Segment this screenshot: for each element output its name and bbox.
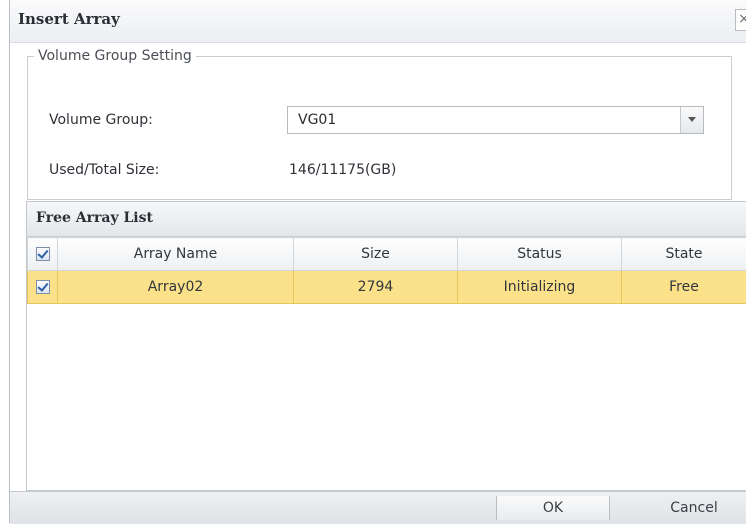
dialog-title: Insert Array: [18, 10, 120, 28]
volume-group-select[interactable]: VG01: [287, 106, 704, 134]
column-header-status[interactable]: Status: [458, 238, 622, 271]
free-array-list-title: Free Array List: [36, 210, 153, 226]
column-header-array-name[interactable]: Array Name: [58, 238, 294, 271]
row-checkbox-cell[interactable]: [28, 271, 58, 304]
row-checkbox[interactable]: [36, 280, 50, 294]
column-header-state[interactable]: State: [622, 238, 746, 271]
column-header-size[interactable]: Size: [294, 238, 458, 271]
dialog-footer: OK Cancel: [10, 491, 746, 524]
table-header-row: Array Name Size Status State: [28, 238, 746, 271]
dialog-titlebar: Insert Array: [10, 0, 746, 43]
used-total-size-value: 146/11175(GB): [289, 162, 396, 178]
cell-status: Initializing: [458, 271, 622, 304]
insert-array-dialog: Insert Array × Volume Group Setting Volu…: [9, 0, 746, 523]
table-row[interactable]: Array02 2794 Initializing Free: [28, 271, 746, 304]
chevron-down-icon[interactable]: [680, 107, 703, 133]
cell-size: 2794: [294, 271, 458, 304]
volume-group-value: VG01: [298, 112, 336, 128]
free-array-list-panel: Free Array List Array Name Size Status S…: [26, 201, 746, 491]
select-all-checkbox[interactable]: [36, 247, 50, 261]
cancel-button[interactable]: Cancel: [652, 496, 736, 520]
volume-group-label: Volume Group:: [49, 112, 153, 128]
volume-group-setting-fieldset: Volume Group Setting Volume Group: VG01 …: [27, 48, 732, 200]
volume-group-setting-legend: Volume Group Setting: [34, 48, 196, 64]
cell-array-name: Array02: [58, 271, 294, 304]
free-array-table: Array Name Size Status State Array02 279…: [27, 237, 746, 304]
ok-button[interactable]: OK: [496, 496, 610, 520]
cell-state: Free: [622, 271, 746, 304]
select-all-cell[interactable]: [28, 238, 58, 271]
close-icon[interactable]: ×: [735, 9, 746, 31]
used-total-size-label: Used/Total Size:: [49, 162, 159, 178]
free-array-list-header: Free Array List: [27, 202, 746, 237]
